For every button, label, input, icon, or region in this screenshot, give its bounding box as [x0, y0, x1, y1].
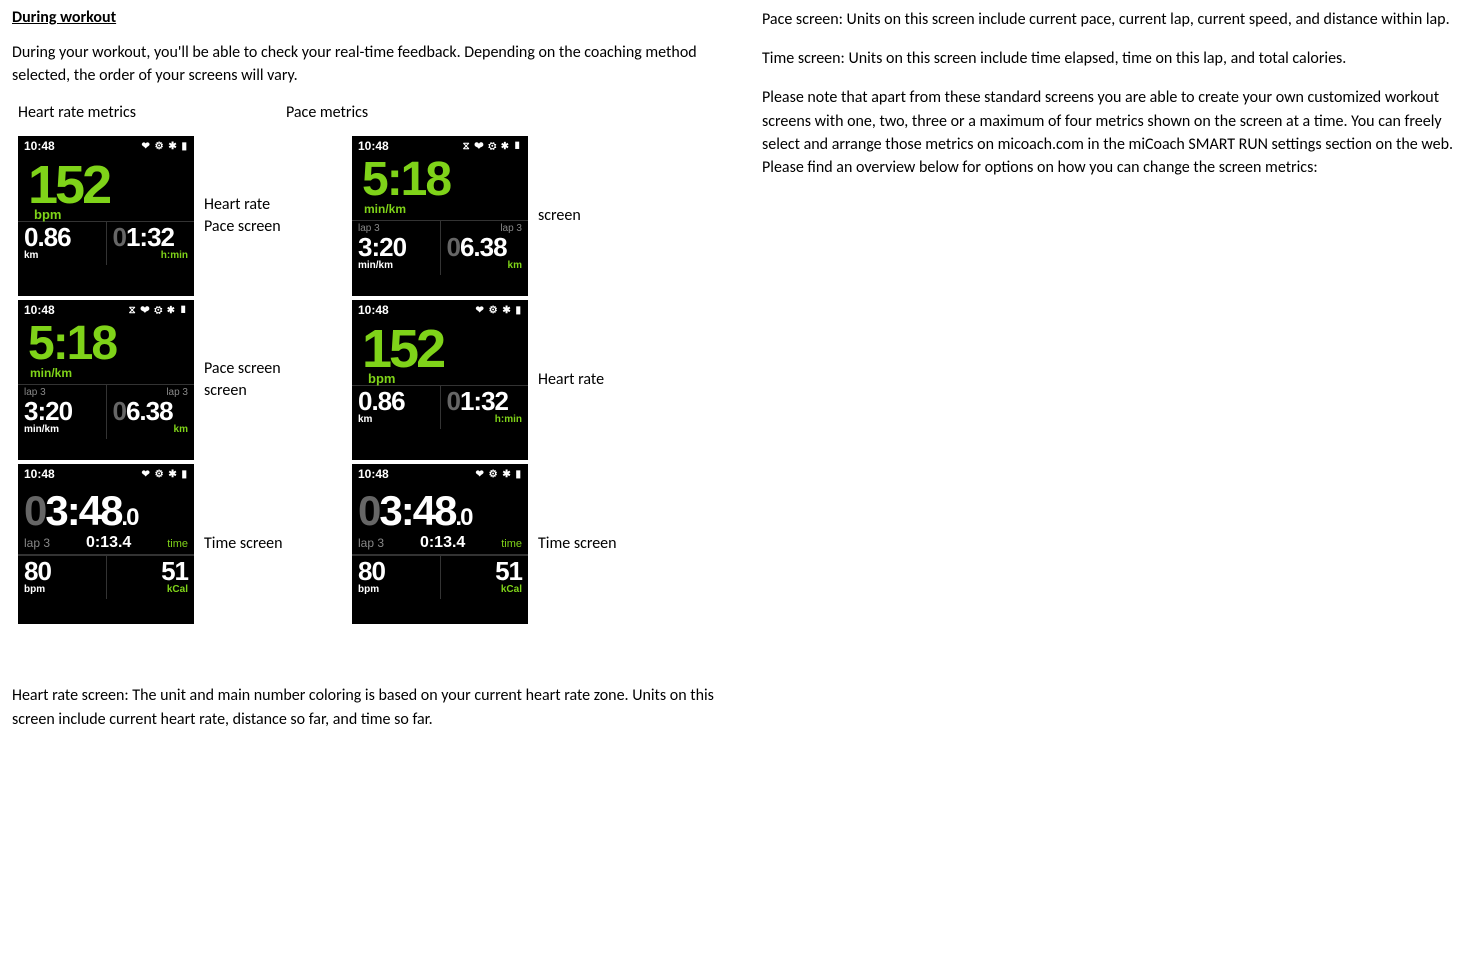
- time-big-small: .0: [455, 504, 471, 531]
- label-r1c1: Heart rate Pace screen: [194, 194, 352, 239]
- hr-watch-2: 10:48 ❤ ⚙ ✱ ▮ 152 bpm 0.86 km 01:32: [352, 300, 528, 460]
- lap-pace-unit: min/km: [24, 424, 100, 435]
- label-r2c1: Pace screen screen: [194, 358, 352, 403]
- watch-grid: 10:48 ❤ ⚙ ✱ ▮ 152 bpm 0.86 km 01:32: [18, 136, 722, 624]
- time-label: time: [167, 538, 188, 550]
- lap-dist: 6.38: [460, 232, 507, 262]
- hr-watch-1: 10:48 ❤ ⚙ ✱ ▮ 152 bpm 0.86 km 01:32: [18, 136, 194, 296]
- status-icons: ❤ ⚙ ✱ ▮: [141, 141, 188, 152]
- time-kcal-unit: kCal: [113, 584, 189, 595]
- lap-dist-grey: 0: [447, 232, 460, 262]
- hr-metrics-header: Heart rate metrics: [18, 103, 136, 122]
- status-icons: ❤ ⚙ ✱ ▮: [475, 305, 522, 316]
- status-time: 10:48: [358, 139, 389, 153]
- pace-watch-2: 10:48 ⧖ ❤ ⚙ ✱ ▮ 5:18 min/km lap 3 3:20 m…: [18, 300, 194, 460]
- lap-dist-grey: 0: [113, 396, 126, 426]
- hr-elapsed-grey: 0: [113, 222, 126, 252]
- status-time: 10:48: [358, 467, 389, 481]
- status-icons: ⧖ ❤ ⚙ ✱ ▮: [129, 305, 188, 316]
- lap-time: 0:13.4: [420, 534, 465, 552]
- intro-paragraph: During your workout, you'll be able to c…: [12, 41, 722, 87]
- time-big-main: 3:48: [45, 487, 121, 534]
- pace-value: 5:18: [18, 320, 194, 368]
- status-icons: ❤ ⚙ ✱ ▮: [141, 469, 188, 480]
- lap-label: lap 3: [24, 536, 50, 550]
- lap-dist: 6.38: [126, 396, 173, 426]
- time-big-grey: 0: [358, 487, 379, 534]
- status-time: 10:48: [358, 303, 389, 317]
- label-r3c2: Time screen: [528, 533, 686, 555]
- pace-screen-desc: Pace screen: Units on this screen includ…: [762, 8, 1472, 31]
- time-bpm-unit: bpm: [24, 584, 100, 595]
- hr-dist-unit: km: [24, 250, 100, 261]
- time-label: time: [501, 538, 522, 550]
- label-r3c1: Time screen: [194, 533, 352, 555]
- time-watch-2: 10:48 ❤ ⚙ ✱ ▮ 03:48.0 lap 3 0:13.4 time …: [352, 464, 528, 624]
- pace-value: 5:18: [352, 156, 528, 204]
- time-big-small: .0: [121, 504, 137, 531]
- hr-dist: 0.86: [24, 224, 100, 250]
- hr-elapsed: 1:32: [460, 386, 508, 416]
- time-bpm: 80: [358, 558, 434, 584]
- custom-screens-note: Please note that apart from these standa…: [762, 86, 1472, 179]
- hr-dist-unit: km: [358, 414, 434, 425]
- lap-pace: 3:20: [24, 398, 100, 424]
- hr-elapsed-grey: 0: [447, 386, 460, 416]
- lap-pace: 3:20: [358, 234, 434, 260]
- time-watch-1: 10:48 ❤ ⚙ ✱ ▮ 03:48.0 lap 3 0:13.4 time …: [18, 464, 194, 624]
- status-time: 10:48: [24, 139, 55, 153]
- hr-value: 152: [362, 319, 443, 379]
- status-icons: ❤ ⚙ ✱ ▮: [475, 469, 522, 480]
- time-bpm-unit: bpm: [358, 584, 434, 595]
- time-big-grey: 0: [24, 487, 45, 534]
- hr-dist: 0.86: [358, 388, 434, 414]
- hr-screen-desc: Heart rate screen: The unit and main num…: [12, 684, 722, 730]
- time-big-main: 3:48: [379, 487, 455, 534]
- time-kcal: 51: [447, 558, 523, 584]
- label-r1c2: screen: [528, 205, 686, 227]
- pace-metrics-header: Pace metrics: [286, 103, 368, 122]
- time-kcal: 51: [113, 558, 189, 584]
- lap-label: lap 3: [358, 536, 384, 550]
- lap-pace-unit: min/km: [358, 260, 434, 271]
- label-r2c2: Heart rate: [528, 369, 686, 391]
- status-icons: ⧖ ❤ ⚙ ✱ ▮: [463, 141, 522, 152]
- hr-elapsed: 1:32: [126, 222, 174, 252]
- time-bpm: 80: [24, 558, 100, 584]
- lap-time: 0:13.4: [86, 534, 131, 552]
- status-time: 10:48: [24, 303, 55, 317]
- status-time: 10:48: [24, 467, 55, 481]
- hr-value: 152: [28, 155, 109, 215]
- time-kcal-unit: kCal: [447, 584, 523, 595]
- section-title: During workout: [12, 8, 722, 27]
- pace-watch-1: 10:48 ⧖ ❤ ⚙ ✱ ▮ 5:18 min/km lap 3 3:20 m…: [352, 136, 528, 296]
- time-screen-desc: Time screen: Units on this screen includ…: [762, 47, 1472, 70]
